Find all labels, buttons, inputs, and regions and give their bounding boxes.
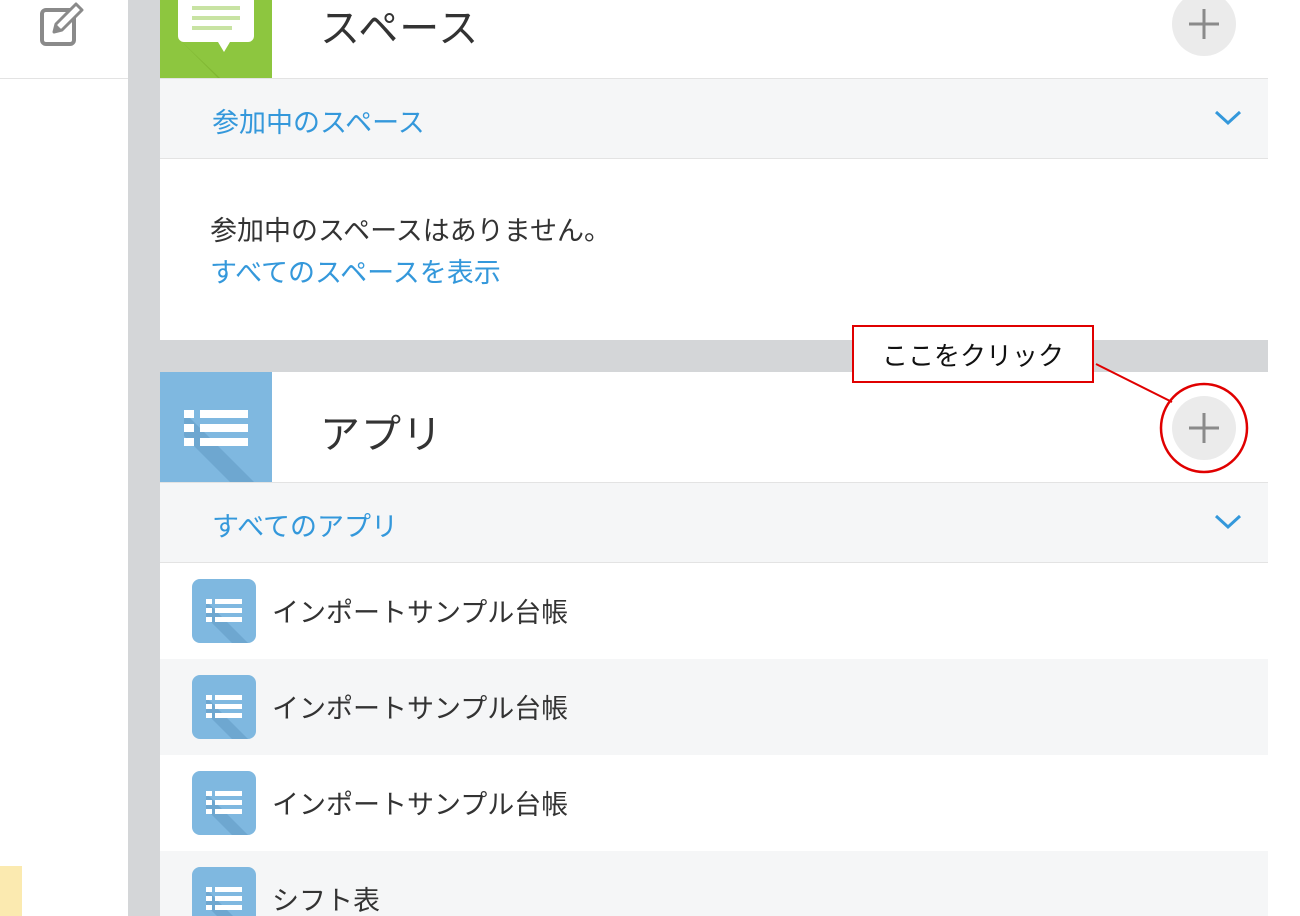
spaces-empty-message: 参加中のスペースはありません。 [210, 216, 611, 247]
edit-button[interactable] [38, 2, 86, 50]
app-name: インポートサンプル台帳 [272, 598, 569, 629]
plus-icon [1189, 9, 1219, 39]
show-all-spaces-link[interactable]: すべてのスペースを表示 [210, 251, 501, 290]
add-space-button[interactable] [1172, 0, 1236, 56]
edit-icon [40, 2, 84, 46]
spaces-title: スペース [320, 6, 480, 52]
app-list-item[interactable]: インポートサンプル台帳 [160, 755, 1268, 851]
apps-panel: アプリ すべてのアプリ インポートサンプル台帳 インポートサンプル台帳 インポー… [160, 372, 1268, 916]
spaces-filter-label: 参加中のスペース [212, 108, 425, 139]
plus-icon [1189, 413, 1219, 443]
app-list: インポートサンプル台帳 インポートサンプル台帳 インポートサンプル台帳 シフト表 [160, 563, 1268, 916]
app-list-item[interactable]: インポートサンプル台帳 [160, 563, 1268, 659]
app-name: インポートサンプル台帳 [272, 694, 569, 725]
app-icon [192, 867, 256, 916]
sidebar-notice-strip [0, 866, 22, 916]
spaces-filter-bar[interactable]: 参加中のスペース [160, 79, 1268, 159]
chevron-down-icon[interactable] [1214, 109, 1242, 127]
annotation-callout: ここをクリック [852, 325, 1094, 383]
chevron-down-icon[interactable] [1214, 513, 1242, 531]
left-sidebar [0, 0, 128, 916]
apps-header: アプリ [160, 372, 1268, 483]
app-icon [192, 579, 256, 643]
apps-filter-label: すべてのアプリ [212, 512, 399, 543]
apps-title: アプリ [320, 412, 443, 458]
app-list-item[interactable]: シフト表 [160, 851, 1268, 916]
app-icon [192, 675, 256, 739]
apps-filter-bar[interactable]: すべてのアプリ [160, 483, 1268, 563]
spaces-panel: スペース 参加中のスペース 参加中のスペースはありません。 すべてのスペースを表… [160, 0, 1268, 340]
app-name: シフト表 [272, 886, 380, 916]
app-list-icon [160, 372, 272, 482]
app-list-item[interactable]: インポートサンプル台帳 [160, 659, 1268, 755]
sidebar-divider [0, 78, 128, 79]
spaces-header: スペース [160, 0, 1268, 79]
space-speech-bubble-icon [160, 0, 272, 78]
add-app-button[interactable] [1172, 396, 1236, 460]
spaces-body: 参加中のスペースはありません。 すべてのスペースを表示 [160, 159, 1268, 339]
app-name: インポートサンプル台帳 [272, 790, 569, 821]
right-column-edge [1268, 0, 1300, 916]
app-icon [192, 771, 256, 835]
